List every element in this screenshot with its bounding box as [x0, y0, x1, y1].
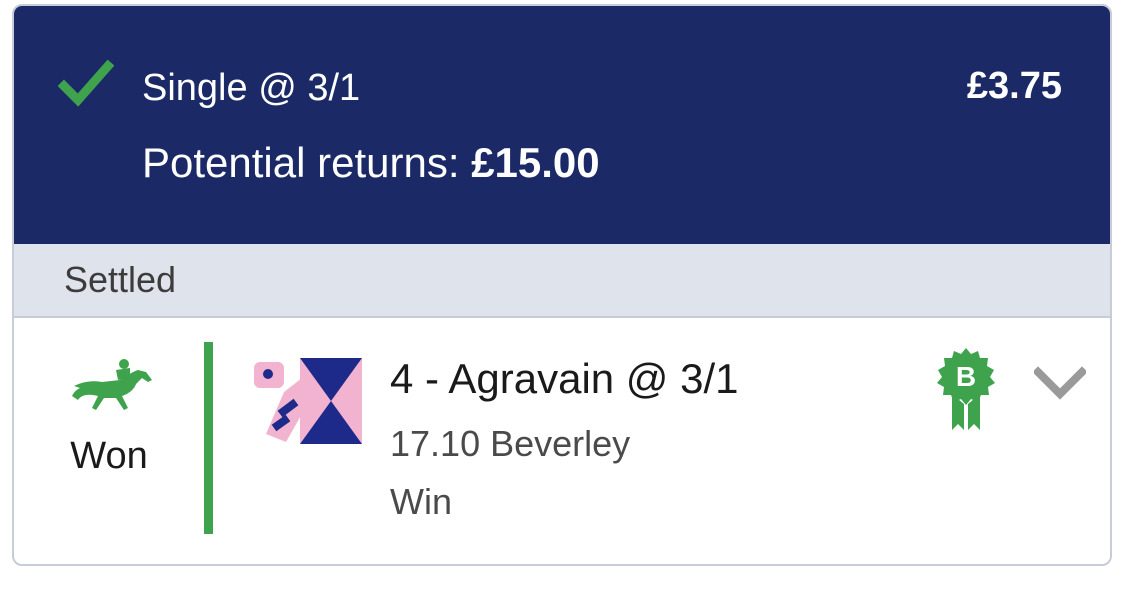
race-time-venue: 17.10 Beverley	[390, 423, 631, 464]
result-divider	[204, 342, 213, 534]
check-icon	[58, 59, 114, 107]
returns-label: Potential returns:	[142, 139, 460, 186]
chevron-down-icon[interactable]	[1034, 366, 1086, 400]
bet-type-label: Single @ 3/1	[142, 67, 361, 109]
jockey-silks-icon	[254, 358, 362, 444]
market-name: Win	[390, 481, 452, 522]
best-odds-rosette-icon: B	[937, 348, 995, 430]
stake-amount: £3.75	[966, 65, 1062, 107]
horse-racing-icon	[72, 359, 152, 410]
bet-header: Single @ 3/1 £3.75 Potential returns: £1…	[14, 6, 1110, 244]
returns-amount: £15.00	[471, 139, 600, 186]
result-label: Won	[70, 435, 148, 477]
bet-status: Settled	[64, 259, 177, 300]
potential-returns: Potential returns: £15.00	[142, 138, 600, 188]
badge-letter: B	[956, 361, 976, 392]
selection-row[interactable]: Won 4 - Agravain @ 3/1 17.10 Beverley Wi…	[14, 318, 1110, 564]
runner-name: 4 - Agravain @ 3/1	[390, 355, 739, 402]
status-bar: Settled	[14, 244, 1110, 318]
bet-card: Single @ 3/1 £3.75 Potential returns: £1…	[12, 4, 1112, 566]
